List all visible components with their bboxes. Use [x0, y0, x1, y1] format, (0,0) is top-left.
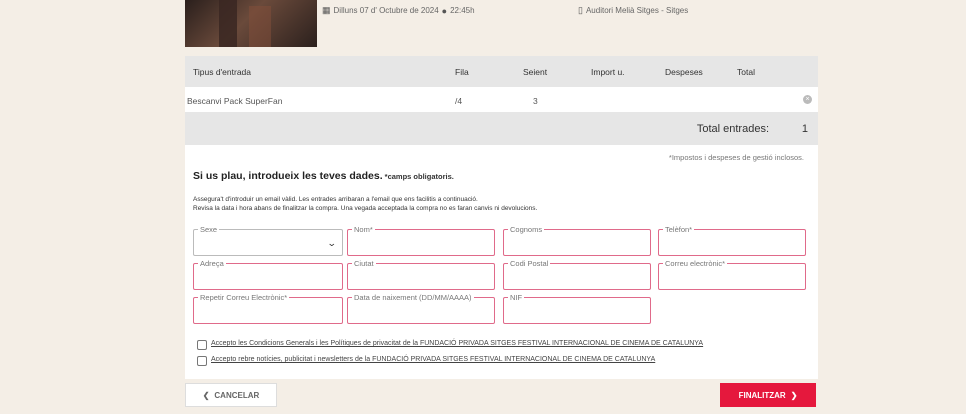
- ticket-row: /4: [455, 96, 463, 106]
- col-row: Fila: [455, 67, 469, 77]
- customer-form: Si us plau, introdueix les teves dades. *…: [185, 169, 818, 379]
- nom-field[interactable]: Nom*: [347, 225, 495, 256]
- adreca-field[interactable]: Adreça: [193, 259, 343, 290]
- ticket-type: Bescanvi Pack SuperFan: [187, 96, 283, 106]
- event-date: Dilluns 07 d' Octubre de 2024: [333, 6, 439, 15]
- ciutat-field[interactable]: Ciutat: [347, 259, 495, 290]
- total-value: 1: [801, 123, 808, 135]
- ticket-table-header: Tipus d'entrada Fila Seient Import u. De…: [185, 56, 818, 87]
- email-field[interactable]: Correu electrònic*: [658, 259, 806, 290]
- col-type: Tipus d'entrada: [193, 67, 252, 77]
- sexe-select[interactable]: Sexe ⌄: [193, 225, 343, 256]
- map-pin-icon: ▯: [578, 5, 583, 15]
- terms-checkbox[interactable]: [197, 340, 207, 350]
- chevron-down-icon: ⌄: [327, 238, 338, 248]
- event-venue-label: Auditori Melià Sitges - Sitges: [585, 6, 689, 15]
- birthdate-field[interactable]: Data de naixement (DD/MM/AAAA): [347, 293, 495, 324]
- total-label: Total entrades:: [696, 123, 769, 135]
- chevron-right-icon: ❯: [790, 390, 798, 400]
- required-note: *camps obligatoris.: [384, 172, 454, 181]
- col-total: Total: [737, 67, 755, 77]
- col-seat: Seient: [523, 67, 548, 77]
- calendar-icon: ▦: [322, 5, 331, 15]
- cancel-button[interactable]: ❮ CANCELAR: [185, 383, 277, 407]
- terms-link[interactable]: Accepto les Condicions Generals i les Po…: [211, 340, 703, 347]
- clock-icon: ●: [441, 5, 448, 16]
- checkout-panel: ▦ Dilluns 07 d' Octubre de 2024 ● 22:45h…: [185, 0, 818, 414]
- taxes-note-text: *Impostos i despeses de gestió inclosos.: [668, 153, 804, 162]
- event-poster-image: [185, 0, 317, 47]
- total-bar: Total entrades: 1: [185, 112, 818, 145]
- telefon-field[interactable]: Telèfon*: [658, 225, 806, 256]
- newsletter-link[interactable]: Accepto rebre notícies, publicitat i new…: [211, 356, 655, 363]
- ticket-seat: 3: [533, 96, 538, 106]
- event-time: 22:45h: [450, 6, 475, 15]
- taxes-note: *Impostos i despeses de gestió inclosos.: [185, 145, 818, 169]
- event-venue: ▯ Auditori Melià Sitges - Sitges: [578, 5, 688, 16]
- newsletter-checkbox[interactable]: [197, 356, 207, 366]
- chevron-left-icon: ❮: [202, 390, 210, 400]
- codi-postal-field[interactable]: Codi Postal: [503, 259, 651, 290]
- col-price: Import u.: [591, 67, 625, 77]
- repeat-email-field[interactable]: Repetir Correu Electrònic*: [193, 293, 343, 324]
- nif-field[interactable]: NIF: [503, 293, 651, 324]
- finish-button[interactable]: FINALITZAR ❯: [720, 383, 816, 407]
- sexe-label: Sexe: [198, 225, 220, 234]
- remove-ticket-icon[interactable]: ×: [803, 95, 812, 104]
- table-row: Bescanvi Pack SuperFan /4 3 ×: [185, 87, 818, 112]
- cognoms-field[interactable]: Cognoms: [503, 225, 651, 256]
- col-fees: Despeses: [665, 67, 703, 77]
- event-datetime: ▦ Dilluns 07 d' Octubre de 2024 ● 22:45h: [322, 5, 475, 16]
- form-title: Si us plau, introdueix les teves dades. *…: [193, 170, 454, 182]
- form-note: Assegura't d'introduir un email vàlid. L…: [193, 196, 538, 212]
